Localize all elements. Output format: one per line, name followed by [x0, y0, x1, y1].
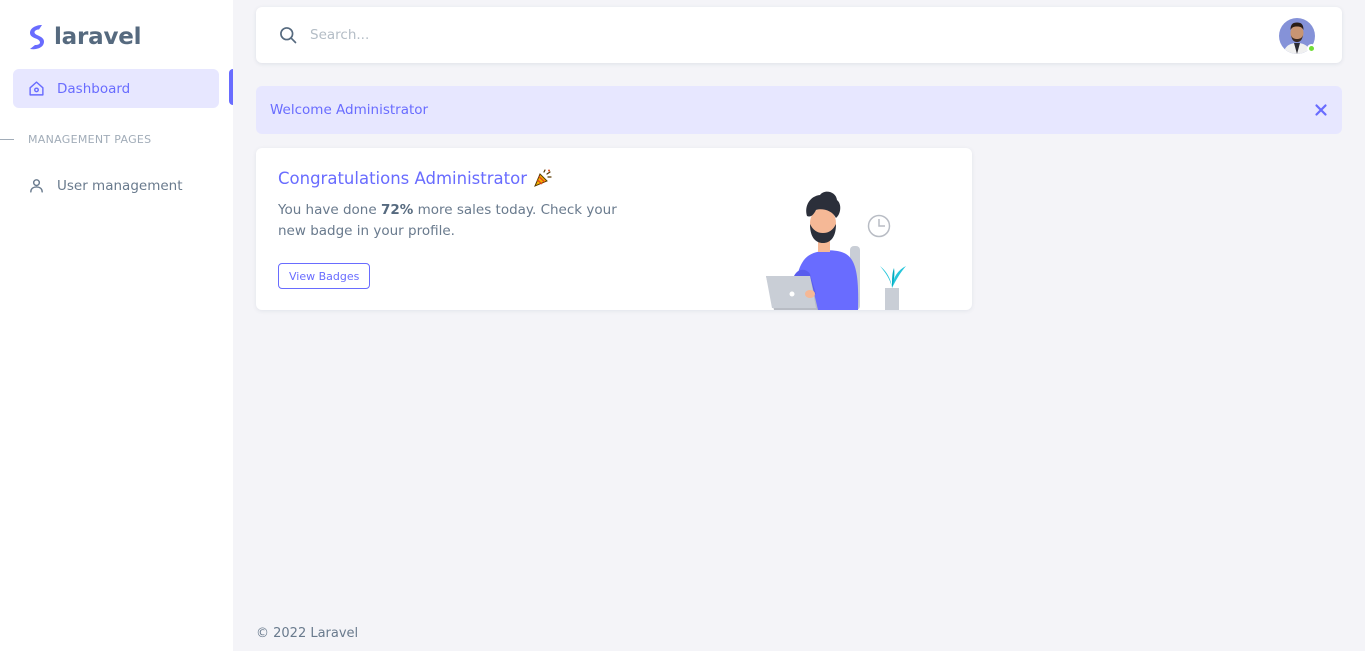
active-menu-indicator — [229, 69, 233, 105]
sidebar: laravel Dashboard MANAGEMENT PAGES User … — [0, 0, 233, 651]
congratulations-card: Congratulations Administrator You have d… — [256, 148, 972, 310]
laravel-logo-icon — [30, 25, 44, 50]
footer-copyright: © 2022 Laravel — [256, 626, 359, 641]
card-description: You have done 72% more sales today. Chec… — [278, 200, 638, 242]
close-icon[interactable] — [1312, 101, 1330, 119]
search-icon[interactable] — [278, 25, 298, 45]
search-input[interactable] — [310, 23, 550, 47]
card-title-text: Congratulations Administrator — [278, 168, 527, 188]
brand[interactable]: laravel — [26, 20, 142, 54]
home-icon — [29, 81, 44, 96]
view-badges-button[interactable]: View Badges — [278, 263, 371, 289]
man-with-laptop-illustration — [766, 191, 906, 310]
sidebar-item-label: User management — [57, 177, 183, 194]
party-popper-icon — [534, 169, 552, 187]
menu-header-divider — [0, 139, 14, 140]
menu-section-header: MANAGEMENT PAGES — [0, 133, 151, 146]
alert-text: Welcome Administrator — [270, 102, 429, 118]
sidebar-item-dashboard[interactable]: Dashboard — [13, 69, 219, 108]
sidebar-item-user-management[interactable]: User management — [13, 166, 219, 205]
welcome-alert: Welcome Administrator — [256, 86, 1342, 134]
sidebar-item-label: Dashboard — [57, 80, 131, 97]
sales-percentage: 72% — [380, 202, 414, 218]
card-title: Congratulations Administrator — [278, 168, 553, 188]
user-icon — [30, 179, 43, 193]
online-status-dot — [1307, 44, 1316, 53]
user-avatar[interactable] — [1279, 18, 1316, 54]
card-text-before: You have done — [278, 202, 381, 218]
top-navbar — [256, 7, 1342, 63]
brand-name: laravel — [54, 24, 142, 50]
menu-header-label: MANAGEMENT PAGES — [28, 133, 152, 146]
